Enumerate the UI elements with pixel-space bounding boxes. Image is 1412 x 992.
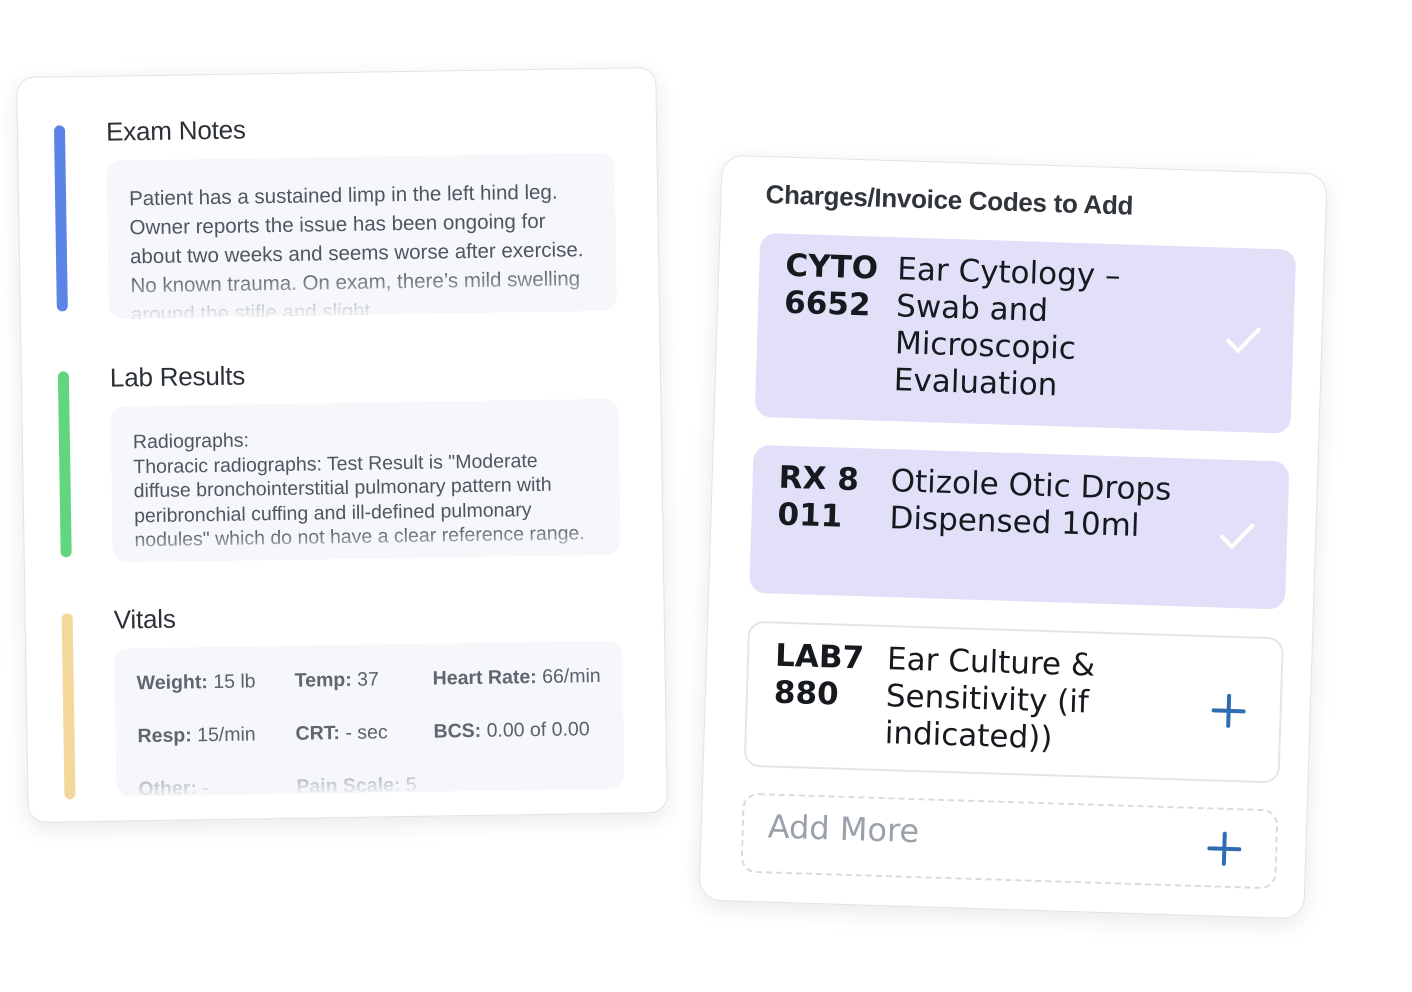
vitals-accent-bar (61, 613, 76, 800)
lab-results-text: Thoracic radiographs: Test Result is "Mo… (133, 449, 585, 552)
vital-temp-value: 37 (357, 668, 380, 691)
vital-resp-label: Resp: (137, 724, 192, 748)
plus-icon[interactable] (1205, 829, 1244, 868)
exam-notes-text: Patient has a sustained limp in the left… (128, 180, 584, 319)
canvas: Exam Notes Patient has a sustained limp … (0, 0, 1412, 992)
vitals-box[interactable]: Weight: 15 lb Temp: 37 Heart Rate: 66/mi… (114, 640, 625, 797)
vital-pain-scale-label: Pain Scale: (296, 774, 401, 797)
charges-title: Charges/Invoice Codes to Add (765, 179, 1134, 221)
add-more-label: Add More (767, 807, 920, 851)
add-more-button[interactable]: Add More (740, 792, 1279, 890)
charge-code: LAB7 880 (773, 637, 865, 713)
exam-notes-section: Exam Notes Patient has a sustained limp … (53, 114, 628, 366)
vital-weight-label: Weight: (136, 671, 209, 695)
lab-results-accent-bar (57, 371, 72, 558)
charge-description: Ear Cytology – Swab and Microscopic Eval… (893, 251, 1122, 404)
charges-card: Charges/Invoice Codes to Add CYTO 6652 E… (698, 154, 1328, 920)
charge-item-lab7-880[interactable]: LAB7 880 Ear Culture & Sensitivity (if i… (743, 620, 1284, 784)
vital-other-value: - (202, 777, 209, 797)
vital-temp: Temp: 37 (295, 668, 380, 692)
lab-results-box[interactable]: Radiographs: Thoracic radiographs: Test … (110, 398, 621, 563)
vital-bcs-label: BCS: (433, 719, 482, 743)
vital-other: Other: - (138, 777, 209, 796)
vitals-title: Vitals (113, 603, 176, 635)
vital-pain-scale: Pain Scale: 5 (296, 774, 417, 797)
lab-results-section: Lab Results Radiographs: Thoracic radiog… (57, 360, 631, 572)
vital-bcs: BCS: 0.00 of 0.00 (433, 718, 589, 743)
charge-item-cyto-6652[interactable]: CYTO 6652 Ear Cytology – Swab and Micros… (754, 232, 1297, 434)
vital-pain-scale-value: 5 (405, 773, 417, 797)
vital-heart-rate: Heart Rate: 66/min (433, 665, 601, 691)
exam-notes-title: Exam Notes (105, 114, 246, 147)
exam-notes-accent-bar (53, 125, 68, 312)
vital-other-label: Other: (138, 777, 198, 797)
charge-code: CYTO 6652 (783, 247, 879, 324)
vital-bcs-value: 0.00 of 0.00 (486, 718, 590, 742)
charge-code: RX 8011 (777, 459, 860, 535)
exam-notes-box[interactable]: Patient has a sustained limp in the left… (106, 152, 617, 319)
charge-description: Ear Culture & Sensitivity (if indicated)… (884, 641, 1096, 757)
vital-crt-label: CRT: (295, 722, 341, 745)
lab-results-content: Radiographs: Thoracic radiographs: Test … (110, 399, 620, 553)
vital-resp-value: 15/min (196, 723, 256, 747)
vital-crt-value: - sec (345, 721, 388, 744)
vital-weight-value: 15 lb (213, 670, 256, 694)
vital-weight: Weight: 15 lb (137, 670, 256, 695)
patient-record-card: Exam Notes Patient has a sustained limp … (16, 67, 668, 823)
check-icon[interactable] (1223, 320, 1264, 361)
vital-resp: Resp: 15/min (137, 723, 255, 748)
lab-results-title: Lab Results (109, 360, 246, 393)
vital-heart-rate-label: Heart Rate: (432, 665, 537, 690)
vital-heart-rate-value: 66/min (541, 664, 601, 688)
check-icon[interactable] (1217, 515, 1258, 556)
vital-temp-label: Temp: (294, 668, 352, 692)
charge-description: Otizole Otic Drops Dispensed 10ml (888, 463, 1172, 544)
vitals-grid: Weight: 15 lb Temp: 37 Heart Rate: 66/mi… (114, 641, 624, 797)
plus-icon[interactable] (1209, 691, 1248, 730)
vitals-section: Vitals Weight: 15 lb Temp: 37 Heart Rate… (61, 603, 635, 813)
charge-item-rx-8011[interactable]: RX 8011 Otizole Otic Drops Dispensed 10m… (749, 444, 1290, 610)
vital-crt: CRT: - sec (295, 721, 387, 745)
